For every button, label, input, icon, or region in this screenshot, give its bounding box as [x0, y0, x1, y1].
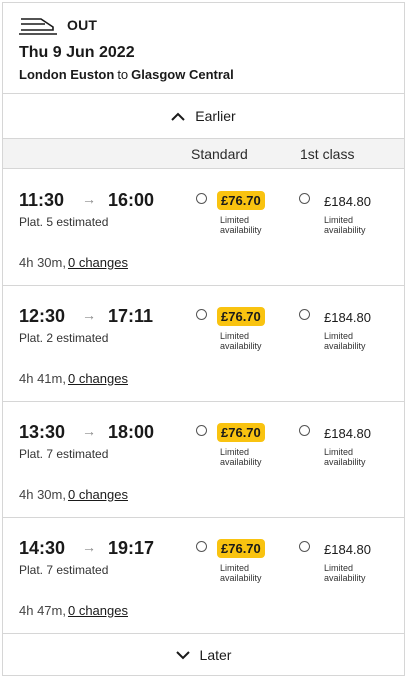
departure-time: 13:30 — [19, 422, 66, 442]
availability-line-1: Limited — [220, 563, 250, 573]
standard-fare-price[interactable]: £76.70 — [217, 191, 265, 210]
destination-station: Glasgow Central — [131, 67, 234, 82]
availability-line-2: availability — [220, 457, 262, 467]
standard-fare-radio[interactable] — [196, 193, 207, 204]
arrow-right-icon: → — [82, 307, 96, 323]
availability-line-1: Limited — [324, 563, 354, 573]
journey-duration: 4h 30m, 0 changes — [19, 487, 128, 502]
duration-text: 4h 41m, — [19, 371, 66, 386]
travel-date: Thu 9 Jun 2022 — [19, 44, 135, 61]
journey-duration: 4h 41m, 0 changes — [19, 371, 128, 386]
first-class-availability: Limited availability — [324, 563, 384, 583]
changes-link[interactable]: 0 changes — [68, 371, 128, 386]
first-class-availability: Limited availability — [324, 331, 384, 351]
journey-header: OUT Thu 9 Jun 2022 London Euston to Glasgo… — [3, 3, 404, 94]
direction-label: OUT — [67, 17, 98, 33]
standard-column-label: Standard — [191, 146, 248, 162]
fare-column-header: Standard 1st class — [3, 139, 404, 168]
train-icon — [19, 18, 57, 35]
departure-time: 11:30 — [19, 190, 65, 210]
departure-time: 12:30 — [19, 306, 66, 326]
journey-duration: 4h 47m, 0 changes — [19, 603, 128, 618]
availability-line-2: availability — [324, 225, 366, 235]
availability-line-2: availability — [220, 573, 262, 583]
first-class-fare-radio[interactable] — [299, 193, 310, 204]
first-class-fare-radio[interactable] — [299, 425, 310, 436]
arrow-right-icon: → — [82, 423, 96, 439]
platform-info: Plat. 5 estimated — [19, 215, 109, 229]
standard-fare-price[interactable]: £76.70 — [217, 307, 265, 326]
standard-availability: Limited availability — [220, 331, 280, 351]
availability-line-1: Limited — [324, 215, 354, 225]
journey-row: 14:30 → 19:17 Plat. 7 estimated 4h 47m, 0… — [3, 517, 404, 633]
route: London Euston to Glasgow Central — [19, 67, 234, 82]
availability-line-2: availability — [324, 457, 366, 467]
later-label: Later — [199, 647, 232, 663]
chevron-down-icon — [175, 650, 190, 659]
standard-fare-price[interactable]: £76.70 — [217, 423, 265, 442]
journey-row: 11:30 → 16:00 Plat. 5 estimated 4h 30m, 0… — [3, 169, 404, 285]
first-class-fare-price[interactable]: £184.80 — [324, 194, 371, 209]
availability-line-2: availability — [220, 341, 262, 351]
later-button[interactable]: Later — [3, 633, 404, 677]
standard-fare-price[interactable]: £76.70 — [217, 539, 265, 558]
availability-line-1: Limited — [220, 331, 250, 341]
standard-fare-radio[interactable] — [196, 309, 207, 320]
first-class-column-label: 1st class — [300, 146, 355, 162]
route-connector: to — [117, 67, 129, 82]
standard-availability: Limited availability — [220, 563, 280, 583]
first-class-fare-price[interactable]: £184.80 — [324, 426, 371, 441]
changes-link[interactable]: 0 changes — [68, 255, 128, 270]
availability-line-2: availability — [324, 341, 366, 351]
arrival-time: 17:11 — [108, 306, 154, 326]
changes-link[interactable]: 0 changes — [68, 487, 128, 502]
availability-line-1: Limited — [324, 447, 354, 457]
first-class-fare-radio[interactable] — [299, 541, 310, 552]
standard-availability: Limited availability — [220, 215, 280, 235]
journey-row: 12:30 → 17:11 Plat. 2 estimated 4h 41m, 0… — [3, 285, 404, 401]
duration-text: 4h 30m, — [19, 255, 66, 270]
arrival-time: 18:00 — [108, 422, 155, 442]
first-class-availability: Limited availability — [324, 447, 384, 467]
earlier-label: Earlier — [195, 108, 236, 124]
duration-text: 4h 47m, — [19, 603, 66, 618]
duration-text: 4h 30m, — [19, 487, 66, 502]
journey-duration: 4h 30m, 0 changes — [19, 255, 128, 270]
arrow-right-icon: → — [82, 539, 96, 555]
availability-line-2: availability — [220, 225, 262, 235]
standard-fare-radio[interactable] — [196, 425, 207, 436]
platform-info: Plat. 2 estimated — [19, 331, 109, 345]
chevron-up-icon — [171, 112, 185, 121]
standard-fare-radio[interactable] — [196, 541, 207, 552]
first-class-fare-price[interactable]: £184.80 — [324, 310, 371, 325]
platform-info: Plat. 7 estimated — [19, 447, 109, 461]
availability-line-2: availability — [324, 573, 366, 583]
arrow-right-icon: → — [82, 191, 96, 207]
origin-station: London Euston — [19, 67, 115, 82]
arrival-time: 19:17 — [108, 538, 155, 558]
journey-row: 13:30 → 18:00 Plat. 7 estimated 4h 30m, 0… — [3, 401, 404, 517]
departure-time: 14:30 — [19, 538, 66, 558]
availability-line-1: Limited — [220, 215, 250, 225]
arrival-time: 16:00 — [108, 190, 155, 210]
changes-link[interactable]: 0 changes — [68, 603, 128, 618]
first-class-availability: Limited availability — [324, 215, 384, 235]
first-class-fare-price[interactable]: £184.80 — [324, 542, 371, 557]
availability-line-1: Limited — [220, 447, 250, 457]
standard-availability: Limited availability — [220, 447, 280, 467]
availability-line-1: Limited — [324, 331, 354, 341]
platform-info: Plat. 7 estimated — [19, 563, 109, 577]
earlier-button[interactable]: Earlier — [3, 94, 404, 138]
first-class-fare-radio[interactable] — [299, 309, 310, 320]
journey-results-panel: OUT Thu 9 Jun 2022 London Euston to Glasgo… — [2, 2, 405, 676]
